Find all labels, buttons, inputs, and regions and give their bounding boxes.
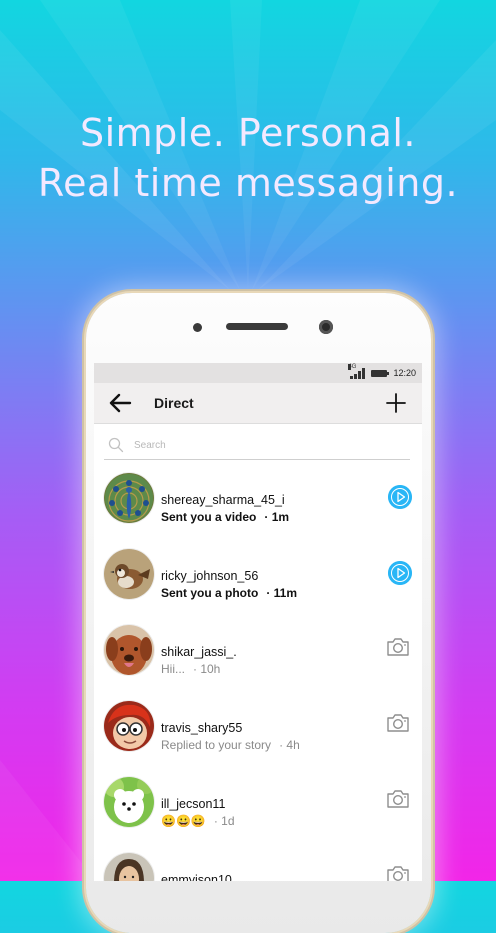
camera-icon[interactable] xyxy=(385,635,411,659)
avatar[interactable] xyxy=(104,625,154,675)
conversation-preview: Sent you a video · 1m xyxy=(161,510,289,524)
conversation-username: shikar_jassi_. xyxy=(161,645,237,659)
search-input[interactable] xyxy=(132,438,396,452)
conversation-username: ill_jecson11 xyxy=(161,797,226,811)
conversation-username: travis_shary55 xyxy=(161,721,243,735)
camera-icon[interactable] xyxy=(385,863,411,881)
search-bar[interactable] xyxy=(104,431,410,460)
play-icon[interactable] xyxy=(388,561,412,585)
phone-front-camera xyxy=(319,320,333,334)
message-time: · 1m xyxy=(264,510,290,524)
status-bar: 4G 12:20 xyxy=(94,363,422,383)
conversation-row[interactable]: travis_shary55 Replied to your story · 4h xyxy=(94,699,422,775)
conversation-username: emmyjson10 xyxy=(161,873,232,881)
conversation-preview: Sent you a photo · 11m xyxy=(161,586,297,600)
camera-icon[interactable] xyxy=(385,787,411,811)
conversation-preview: Hii... · 10h xyxy=(161,662,220,676)
avatar[interactable] xyxy=(104,701,154,751)
message-time: · 10h xyxy=(193,662,221,676)
message-text: 😀😀😀 xyxy=(161,814,206,828)
phone-screen: 4G 12:20 Direct Search shereay_sharma_45… xyxy=(94,363,422,881)
play-icon[interactable] xyxy=(388,485,412,509)
message-text: Hii... xyxy=(161,662,185,676)
back-arrow-icon[interactable] xyxy=(108,392,134,414)
conversation-row[interactable]: emmyjson10 xyxy=(94,851,422,881)
avatar[interactable] xyxy=(104,473,154,523)
phone-speaker xyxy=(226,323,288,330)
new-message-plus-icon[interactable] xyxy=(384,391,408,415)
page-title: Direct xyxy=(154,395,194,411)
message-text: Sent you a video xyxy=(161,510,257,524)
status-time: 12:20 xyxy=(393,368,416,378)
camera-icon[interactable] xyxy=(385,711,411,735)
headline-line-2: Real time messaging. xyxy=(37,161,459,205)
phone-sensor xyxy=(193,323,202,332)
search-icon xyxy=(108,437,124,453)
avatar[interactable] xyxy=(104,853,154,881)
avatar[interactable] xyxy=(104,777,154,827)
message-time: · 4h xyxy=(279,738,300,752)
headline-line-1: Simple. Personal. xyxy=(79,111,417,155)
conversation-row[interactable]: shikar_jassi_. Hii... · 10h xyxy=(94,623,422,699)
conversation-preview: Replied to your story · 4h xyxy=(161,738,300,752)
app-bar: Direct xyxy=(94,383,422,424)
conversation-username: shereay_sharma_45_i xyxy=(161,493,285,507)
conversation-row[interactable]: ricky_johnson_56 Sent you a photo · 11m xyxy=(94,547,422,623)
headline: Simple. Personal. Real time messaging. xyxy=(0,108,496,208)
network-type: 4G xyxy=(348,363,357,370)
conversation-list: shereay_sharma_45_i Sent you a video · 1m xyxy=(94,471,422,881)
battery-icon xyxy=(371,369,390,377)
message-text: Replied to your story xyxy=(161,738,272,752)
conversation-username: ricky_johnson_56 xyxy=(161,569,259,583)
conversation-preview: 😀😀😀 · 1d xyxy=(161,814,235,828)
message-time: · 11m xyxy=(266,586,298,600)
conversation-row[interactable]: ill_jecson11 😀😀😀 · 1d xyxy=(94,775,422,851)
message-time: · 1d xyxy=(213,814,235,828)
avatar[interactable] xyxy=(104,549,154,599)
message-text: Sent you a photo xyxy=(161,586,259,600)
signal-icon: 4G xyxy=(348,363,366,379)
conversation-row[interactable]: shereay_sharma_45_i Sent you a video · 1m xyxy=(94,471,422,547)
